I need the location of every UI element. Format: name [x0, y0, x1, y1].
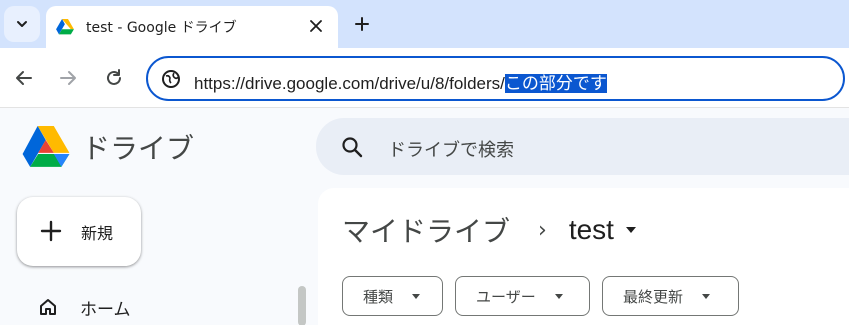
drive-search-bar[interactable]: ドライブで検索 [316, 118, 849, 175]
url-selected-text: この部分です [504, 74, 607, 93]
drive-app: ドライブ ドライブで検索 新規 ホーム マイドライブ › test 種類 ユーザ… [0, 108, 849, 325]
filter-chip-label: 最終更新 [623, 287, 684, 306]
caret-down-icon [702, 294, 711, 299]
url-prefix: https://drive.google.com/drive/u/8/folde… [194, 74, 505, 93]
tab-search-button[interactable] [4, 6, 40, 42]
plus-icon [355, 17, 369, 31]
browser-tab[interactable]: test - Google ドライブ [46, 6, 338, 48]
filter-chip-label: 種類 [363, 287, 394, 306]
breadcrumb-current[interactable]: test [569, 214, 614, 246]
filter-chips: 種類 ユーザー 最終更新 [342, 276, 751, 316]
sidebar-scrollbar[interactable] [298, 286, 306, 325]
search-icon[interactable] [340, 135, 364, 159]
close-icon [310, 20, 322, 32]
browser-toolbar: https://drive.google.com/drive/u/8/folde… [0, 48, 849, 108]
home-icon [40, 299, 56, 315]
chevron-right-icon: › [538, 217, 547, 243]
caret-down-icon[interactable] [624, 223, 638, 237]
drive-logo-icon [22, 126, 70, 167]
filter-chip-modified[interactable]: 最終更新 [602, 276, 739, 316]
address-bar[interactable]: https://drive.google.com/drive/u/8/folde… [146, 56, 845, 101]
filter-chip-user[interactable]: ユーザー [455, 276, 590, 316]
tab-title: test - Google ドライブ [86, 20, 237, 36]
search-placeholder: ドライブで検索 [388, 140, 514, 161]
back-button[interactable] [12, 66, 36, 90]
site-info-icon[interactable] [160, 68, 182, 90]
tab-search-icon [17, 21, 27, 27]
caret-down-icon [412, 294, 421, 299]
breadcrumb: マイドライブ › test [342, 210, 638, 250]
browser-tab-strip: test - Google ドライブ [0, 0, 849, 48]
reload-button[interactable] [102, 66, 126, 90]
filter-chip-label: ユーザー [476, 287, 536, 306]
drive-logo[interactable]: ドライブ [22, 126, 194, 168]
filter-chip-type[interactable]: 種類 [342, 276, 443, 316]
drive-logo-text: ドライブ [82, 133, 195, 164]
new-button-label: 新規 [81, 224, 114, 243]
url-text[interactable]: https://drive.google.com/drive/u/8/folde… [194, 69, 607, 94]
forward-arrow-icon [60, 71, 76, 85]
caret-down-icon [554, 294, 563, 299]
main-content: マイドライブ › test 種類 ユーザー 最終更新 [318, 188, 849, 325]
new-tab-button[interactable] [350, 12, 374, 36]
drive-favicon-icon [56, 19, 74, 35]
plus-icon [40, 220, 62, 242]
forward-button[interactable] [56, 66, 80, 90]
sidebar-item-home[interactable]: ホーム [38, 293, 131, 321]
tab-close-button[interactable] [306, 16, 326, 36]
breadcrumb-root[interactable]: マイドライブ [342, 210, 510, 250]
new-button[interactable]: 新規 [17, 197, 141, 266]
back-arrow-icon [16, 71, 32, 85]
sidebar-item-label: ホーム [80, 299, 131, 320]
reload-icon [107, 69, 121, 85]
